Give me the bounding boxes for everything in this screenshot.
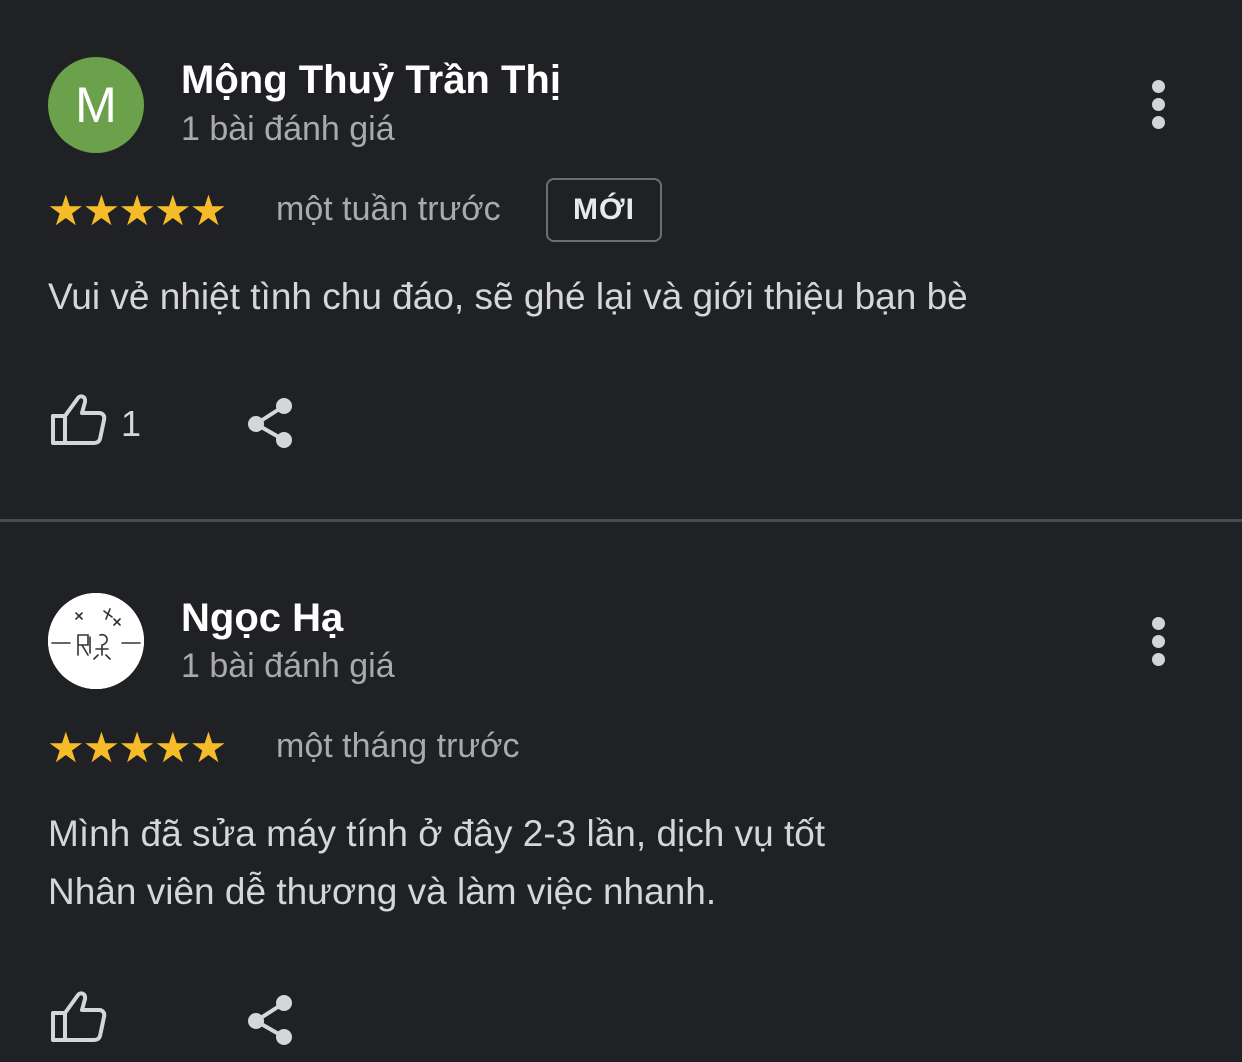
review-time: một tuần trước — [276, 190, 501, 228]
reviews-list: M Mộng Thuỷ Trần Thị 1 bài đánh giá ★★★★… — [0, 0, 1242, 1062]
review-text: Vui vẻ nhiệt tình chu đáo, sẽ ghé lại và… — [48, 268, 968, 326]
review-card: M Mộng Thuỷ Trần Thị 1 bài đánh giá ★★★★… — [0, 0, 1242, 520]
share-icon[interactable] — [244, 396, 296, 450]
reviewer-review-count: 1 bài đánh giá — [181, 110, 395, 148]
review-card: Ngọc Hạ 1 bài đánh giá ★★★★★ một tháng t… — [0, 522, 1242, 1062]
review-time: một tháng trước — [276, 727, 520, 765]
new-badge: MỚI — [546, 178, 662, 242]
like-count: 1 — [121, 403, 142, 444]
review-text-line: Vui vẻ nhiệt tình chu đáo, sẽ ghé lại và… — [48, 276, 968, 317]
star-rating: ★★★★★ — [47, 187, 227, 234]
more-options-icon[interactable] — [1138, 74, 1178, 134]
share-icon[interactable] — [244, 993, 296, 1047]
review-text-line: Nhân viên dễ thương và làm việc nhanh. — [48, 871, 717, 912]
review-text-line: Mình đã sửa máy tính ở đây 2-3 lần, dịch… — [48, 813, 826, 854]
reviewer-avatar[interactable]: M — [48, 57, 144, 153]
sketch-avatar-image — [48, 593, 144, 689]
thumbs-up-icon[interactable] — [50, 392, 108, 446]
reviewer-name[interactable]: Mộng Thuỷ Trần Thị — [181, 58, 561, 103]
star-rating: ★★★★★ — [47, 724, 227, 771]
thumbs-up-icon[interactable] — [50, 989, 108, 1043]
review-text: Mình đã sửa máy tính ở đây 2-3 lần, dịch… — [48, 805, 825, 921]
reviewer-name[interactable]: Ngọc Hạ — [181, 596, 343, 641]
reviewer-avatar[interactable] — [48, 593, 144, 689]
reviewer-review-count: 1 bài đánh giá — [181, 647, 395, 685]
more-options-icon[interactable] — [1138, 611, 1178, 671]
